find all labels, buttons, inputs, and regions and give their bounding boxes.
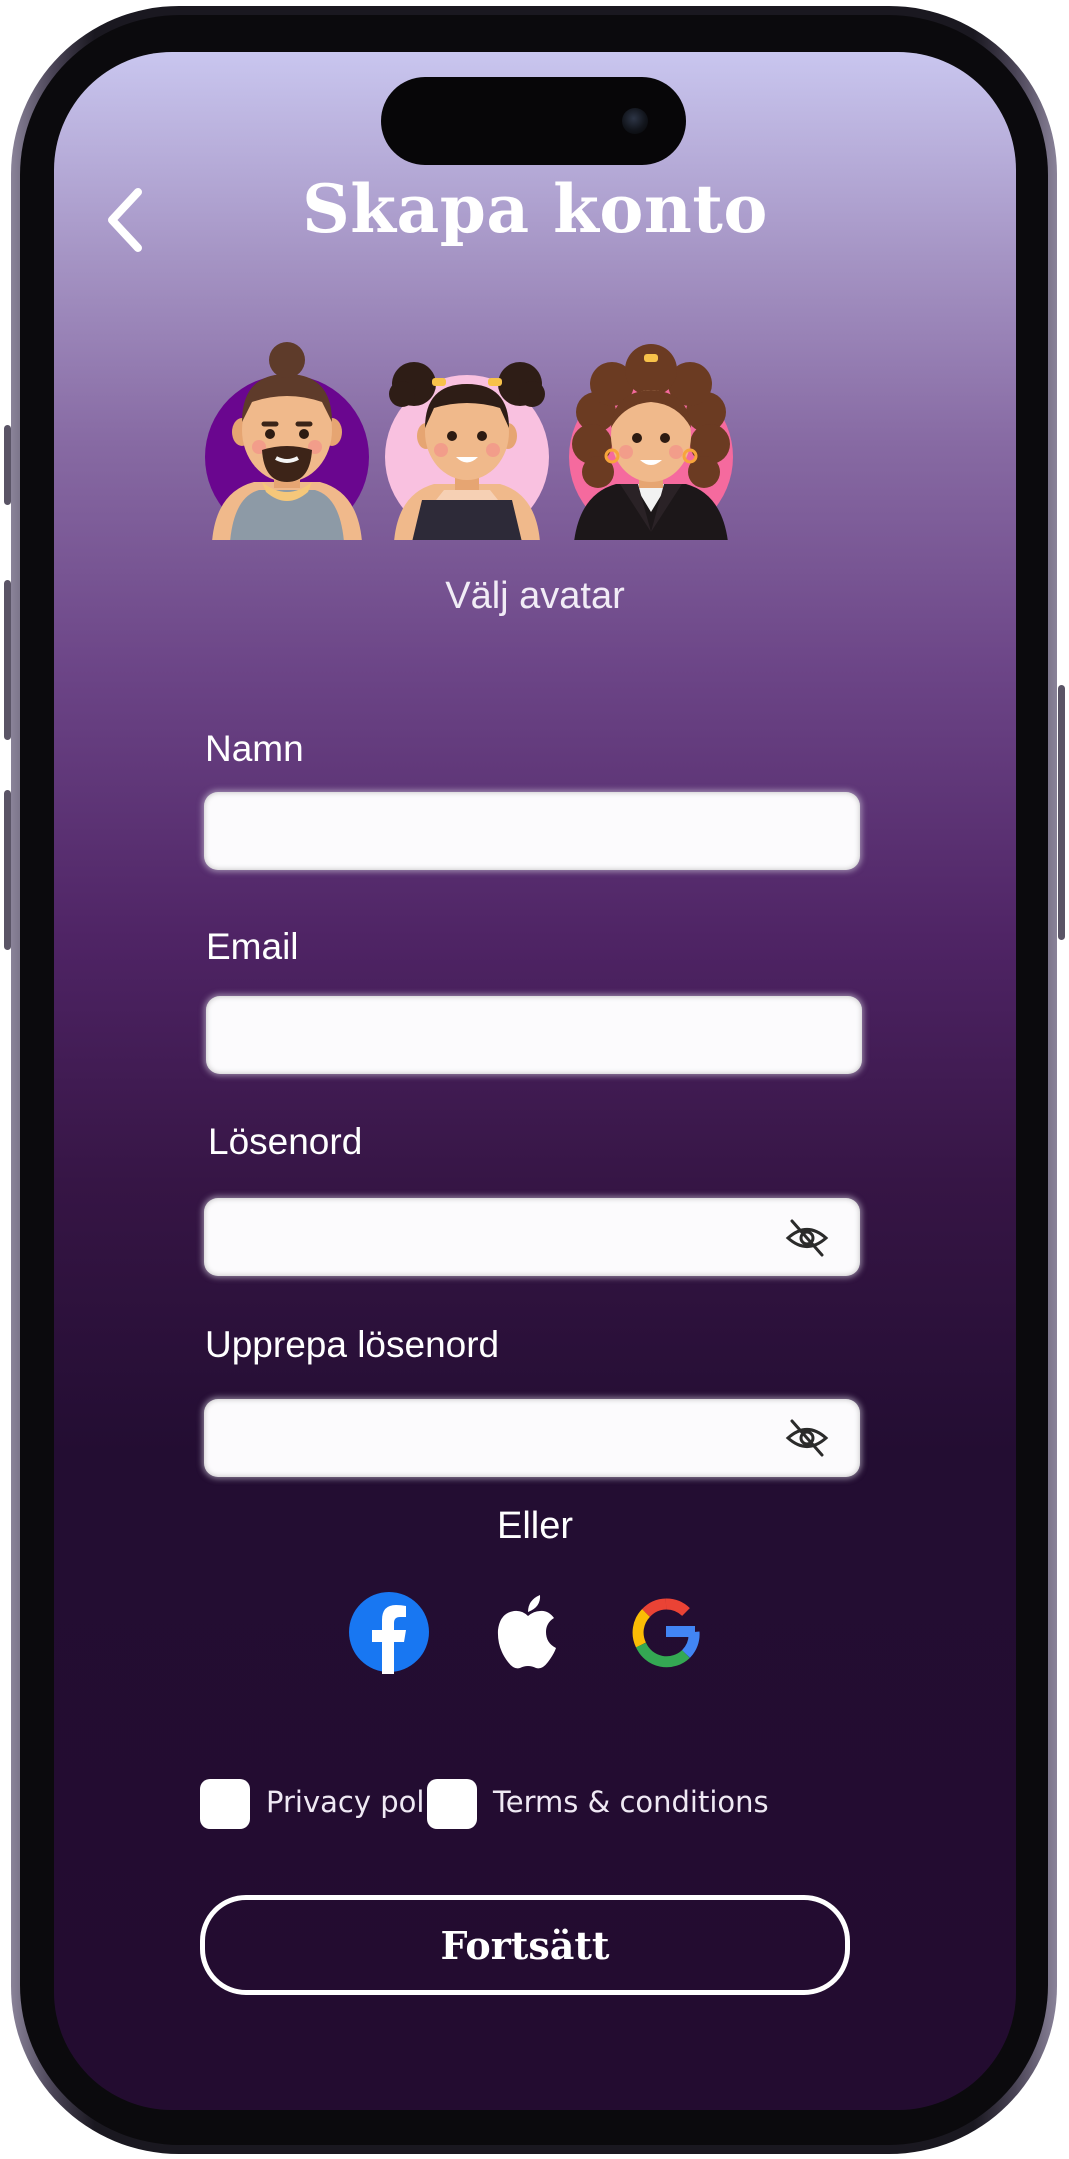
- dynamic-island: [381, 77, 686, 165]
- avatar-option-girl[interactable]: [384, 332, 550, 542]
- terms-checkbox[interactable]: [427, 1779, 477, 1829]
- terms-label[interactable]: Terms & conditions: [493, 1785, 769, 1819]
- avatar-caption: Välj avatar: [445, 575, 625, 617]
- avatar-option-woman[interactable]: [568, 332, 734, 542]
- man-avatar-icon: [205, 342, 369, 540]
- google-icon: [632, 1598, 700, 1668]
- woman-avatar-icon: [569, 344, 733, 540]
- password-input[interactable]: [204, 1198, 860, 1276]
- eye-slash-icon[interactable]: [784, 1215, 830, 1261]
- facebook-login-button[interactable]: [347, 1590, 431, 1674]
- page-title: Skapa konto: [302, 170, 768, 248]
- side-button-volume-down: [4, 790, 11, 950]
- or-divider-text: Eller: [496, 1505, 574, 1547]
- password-label: Lösenord: [208, 1121, 363, 1162]
- app-screen: Skapa konto Välj avatar Namn Email Lösen…: [54, 52, 1016, 2110]
- repeat-password-input[interactable]: [204, 1399, 860, 1477]
- side-button-power: [1058, 685, 1065, 940]
- name-input[interactable]: [204, 792, 860, 870]
- front-camera: [622, 108, 648, 134]
- avatar-option-man[interactable]: [204, 332, 370, 542]
- email-input[interactable]: [206, 996, 862, 1074]
- email-label: Email: [206, 926, 299, 967]
- apple-icon: [497, 1595, 556, 1669]
- continue-button[interactable]: Fortsätt: [200, 1895, 850, 1995]
- side-button-volume-up: [4, 580, 11, 740]
- continue-button-label: Fortsätt: [440, 1922, 610, 1968]
- apple-login-button[interactable]: [486, 1590, 570, 1674]
- name-label: Namn: [205, 728, 304, 769]
- privacy-policy-checkbox[interactable]: [200, 1779, 250, 1829]
- facebook-icon: [349, 1592, 429, 1674]
- repeat-password-label: Upprepa lösenord: [205, 1324, 500, 1365]
- eye-slash-icon[interactable]: [784, 1415, 830, 1461]
- side-button-mute: [4, 425, 11, 505]
- girl-avatar-icon: [385, 362, 549, 540]
- google-login-button[interactable]: [624, 1590, 708, 1674]
